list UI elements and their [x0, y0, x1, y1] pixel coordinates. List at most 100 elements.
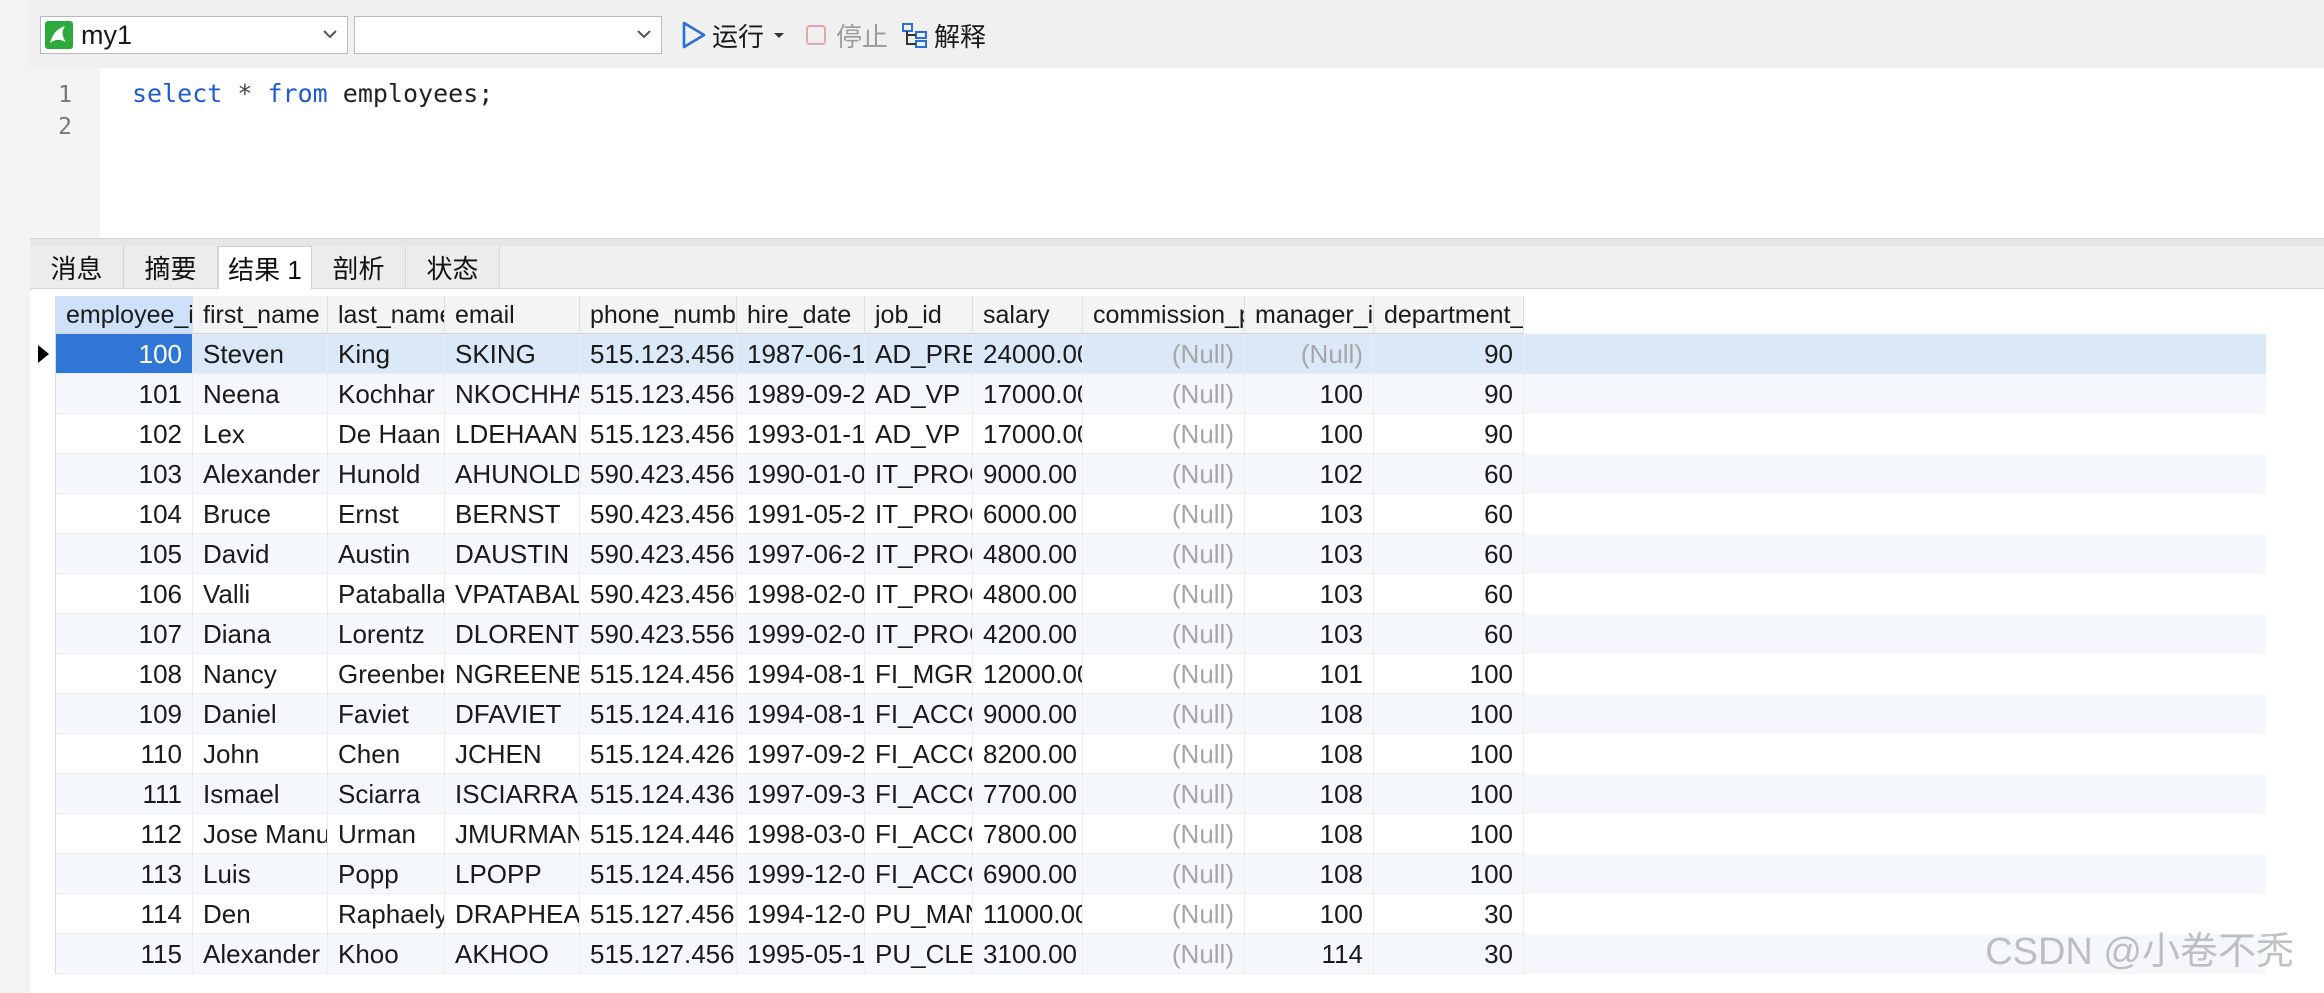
- table-cell[interactable]: (Null): [1083, 374, 1245, 414]
- caret-down-icon[interactable]: [772, 28, 786, 42]
- table-cell[interactable]: 1997-09-30: [737, 774, 865, 814]
- table-cell[interactable]: 104: [56, 494, 193, 534]
- column-header[interactable]: department_id: [1374, 296, 1524, 334]
- table-row[interactable]: 109 Daniel Faviet DFAVIET 515.124.4169 1994-0…: [56, 694, 2266, 734]
- table-cell[interactable]: 515.127.4561: [580, 894, 737, 934]
- table-cell[interactable]: 4800.00: [973, 534, 1083, 574]
- table-cell[interactable]: 9000.00: [973, 454, 1083, 494]
- table-cell[interactable]: 108: [56, 654, 193, 694]
- table-row[interactable]: 108NancyGreenbergNGREENBE515.124.4569199…: [56, 654, 2266, 694]
- table-cell[interactable]: DFAVIET: [445, 694, 580, 734]
- table-cell[interactable]: Ernst: [328, 494, 445, 534]
- result-tab[interactable]: 剖析: [312, 246, 406, 288]
- table-cell[interactable]: 100: [1374, 734, 1524, 774]
- result-tab[interactable]: 消息: [30, 246, 124, 288]
- table-cell[interactable]: 109: [56, 694, 193, 734]
- table-cell[interactable]: 100: [1245, 894, 1374, 934]
- table-cell[interactable]: Diana: [193, 614, 328, 654]
- column-header[interactable]: phone_number: [580, 296, 737, 334]
- table-cell[interactable]: IT_PROG: [865, 494, 973, 534]
- table-cell[interactable]: Lorentz: [328, 614, 445, 654]
- table-cell[interactable]: 102: [1245, 454, 1374, 494]
- table-cell[interactable]: Raphaely: [328, 894, 445, 934]
- table-cell[interactable]: 7700.00: [973, 774, 1083, 814]
- table-cell[interactable]: PU_MAN: [865, 894, 973, 934]
- table-cell[interactable]: 1991-05-21: [737, 494, 865, 534]
- table-cell[interactable]: Austin: [328, 534, 445, 574]
- database-select[interactable]: [354, 16, 662, 54]
- table-cell[interactable]: 1994-08-17: [737, 654, 865, 694]
- table-row[interactable]: 107DianaLorentzDLORENTZ590.423.55671999-…: [56, 614, 2266, 654]
- table-cell[interactable]: Popp: [328, 854, 445, 894]
- table-cell[interactable]: LDEHAAN: [445, 414, 580, 454]
- table-cell[interactable]: John: [193, 734, 328, 774]
- table-cell[interactable]: (Null): [1083, 454, 1245, 494]
- table-cell[interactable]: 114: [1245, 934, 1374, 974]
- table-cell[interactable]: LPOPP: [445, 854, 580, 894]
- table-cell[interactable]: 17000.00: [973, 374, 1083, 414]
- table-cell[interactable]: NGREENBE: [445, 654, 580, 694]
- table-cell[interactable]: (Null): [1083, 614, 1245, 654]
- code-line[interactable]: select * from employees;: [132, 78, 493, 110]
- table-cell[interactable]: 515.127.4562: [580, 934, 737, 974]
- table-cell[interactable]: Pataballa: [328, 574, 445, 614]
- table-cell[interactable]: 590.423.4568: [580, 494, 737, 534]
- table-cell[interactable]: 24000.00: [973, 334, 1083, 374]
- table-cell[interactable]: 1997-09-28: [737, 734, 865, 774]
- table-row[interactable]: 111 Ismael Sciarra ISCIARRA 515.124.4369 1997…: [56, 774, 2266, 814]
- table-cell[interactable]: (Null): [1083, 854, 1245, 894]
- table-cell[interactable]: 515.124.4269: [580, 734, 737, 774]
- column-header[interactable]: job_id: [865, 296, 973, 334]
- table-cell[interactable]: VPATABAL: [445, 574, 580, 614]
- table-cell[interactable]: 100: [1374, 774, 1524, 814]
- explain-button[interactable]: 解释: [900, 16, 986, 54]
- table-cell[interactable]: Hunold: [328, 454, 445, 494]
- table-cell[interactable]: 1997-06-25: [737, 534, 865, 574]
- result-tab[interactable]: 结果 1: [218, 246, 312, 289]
- column-header[interactable]: first_name: [193, 296, 328, 334]
- table-cell[interactable]: 90: [1374, 334, 1524, 374]
- table-cell[interactable]: Khoo: [328, 934, 445, 974]
- table-cell[interactable]: ISCIARRA: [445, 774, 580, 814]
- table-cell[interactable]: AD_PRES: [865, 334, 973, 374]
- table-cell[interactable]: Valli: [193, 574, 328, 614]
- table-cell[interactable]: David: [193, 534, 328, 574]
- table-cell[interactable]: 17000.00: [973, 414, 1083, 454]
- table-cell[interactable]: 9000.00: [973, 694, 1083, 734]
- table-cell[interactable]: (Null): [1083, 734, 1245, 774]
- table-row[interactable]: 101NeenaKochharNKOCHHAR515.123.45681989-…: [56, 374, 2266, 414]
- table-cell[interactable]: JMURMAN: [445, 814, 580, 854]
- table-cell[interactable]: 103: [1245, 614, 1374, 654]
- table-cell[interactable]: 590.423.4560: [580, 574, 737, 614]
- table-cell[interactable]: 103: [1245, 574, 1374, 614]
- table-cell[interactable]: Urman: [328, 814, 445, 854]
- result-tab[interactable]: 摘要: [124, 246, 218, 288]
- column-header[interactable]: hire_date: [737, 296, 865, 334]
- table-cell[interactable]: IT_PROG: [865, 614, 973, 654]
- table-cell[interactable]: (Null): [1083, 814, 1245, 854]
- table-cell[interactable]: (Null): [1083, 574, 1245, 614]
- table-cell[interactable]: 115: [56, 934, 193, 974]
- table-row[interactable]: 110JohnChenJCHEN515.124.42691997-09-28FI…: [56, 734, 2266, 774]
- table-row[interactable]: 105 David Austin DAUSTIN 590.423.4569 1997-06…: [56, 534, 2266, 574]
- table-cell[interactable]: BERNST: [445, 494, 580, 534]
- table-cell[interactable]: 103: [1245, 534, 1374, 574]
- table-cell[interactable]: 590.423.4567: [580, 454, 737, 494]
- table-cell[interactable]: 102: [56, 414, 193, 454]
- column-header[interactable]: last_name: [328, 296, 445, 334]
- table-cell[interactable]: 107: [56, 614, 193, 654]
- table-cell[interactable]: (Null): [1083, 334, 1245, 374]
- table-cell[interactable]: AHUNOLD: [445, 454, 580, 494]
- table-cell[interactable]: Sciarra: [328, 774, 445, 814]
- table-cell[interactable]: 90: [1374, 374, 1524, 414]
- table-cell[interactable]: Alexander: [193, 934, 328, 974]
- table-cell[interactable]: 103: [56, 454, 193, 494]
- table-cell[interactable]: 1998-03-07: [737, 814, 865, 854]
- table-cell[interactable]: 515.123.4569: [580, 414, 737, 454]
- table-cell[interactable]: 7800.00: [973, 814, 1083, 854]
- table-row[interactable]: 103 Alexander Hunold AHUNOLD 590.423.4567 199…: [56, 454, 2266, 494]
- table-cell[interactable]: 30: [1374, 934, 1524, 974]
- table-cell[interactable]: 100: [56, 334, 193, 374]
- table-cell[interactable]: 1999-02-07: [737, 614, 865, 654]
- table-cell[interactable]: 1994-12-07: [737, 894, 865, 934]
